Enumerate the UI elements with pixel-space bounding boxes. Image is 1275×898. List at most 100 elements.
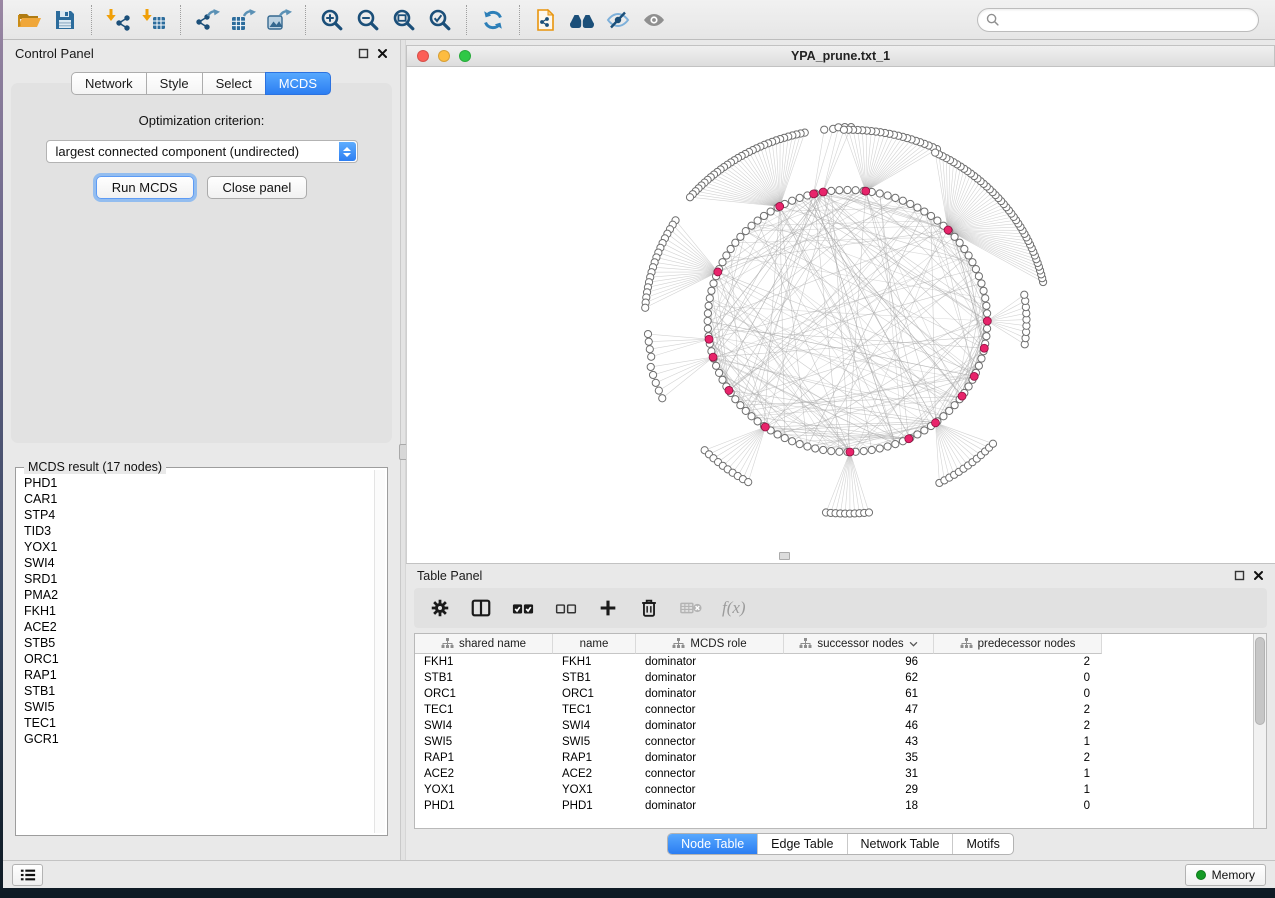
mcds-node[interactable] — [810, 190, 818, 198]
tab-network-table[interactable]: Network Table — [848, 834, 954, 854]
network-node[interactable] — [737, 233, 744, 240]
column-header[interactable]: name — [553, 634, 636, 654]
network-node[interactable] — [961, 245, 968, 252]
network-node[interactable] — [972, 266, 979, 273]
leaf-node[interactable] — [649, 371, 656, 378]
mcds-result-item[interactable]: ORC1 — [24, 651, 367, 667]
table-row[interactable]: PHD1PHD1dominator180 — [415, 798, 1266, 814]
column-header[interactable]: MCDS role — [636, 634, 784, 654]
tab-select[interactable]: Select — [202, 72, 266, 95]
network-node[interactable] — [965, 383, 972, 390]
import-table-icon[interactable] — [136, 4, 172, 36]
float-panel-icon[interactable] — [358, 48, 369, 59]
leaf-node[interactable] — [840, 126, 847, 133]
mcds-result-item[interactable]: STB1 — [24, 683, 367, 699]
mcds-result-item[interactable]: YOX1 — [24, 539, 367, 555]
network-node[interactable] — [876, 190, 883, 197]
mcds-node[interactable] — [944, 226, 952, 234]
tab-style[interactable]: Style — [146, 72, 203, 95]
network-node[interactable] — [884, 192, 891, 199]
mcds-result-item[interactable]: ACE2 — [24, 619, 367, 635]
network-node[interactable] — [767, 208, 774, 215]
export-table-icon[interactable] — [225, 4, 261, 36]
select-all-icon[interactable] — [511, 597, 535, 619]
mcds-result-item[interactable]: TID3 — [24, 523, 367, 539]
network-node[interactable] — [969, 259, 976, 266]
mcds-result-item[interactable]: GCR1 — [24, 731, 367, 747]
leaf-node[interactable] — [645, 338, 652, 345]
table-row[interactable]: TEC1TEC1connector472 — [415, 702, 1266, 718]
network-node[interactable] — [754, 418, 761, 425]
network-node[interactable] — [914, 204, 921, 211]
float-panel-icon[interactable] — [1234, 570, 1245, 581]
network-node[interactable] — [712, 362, 719, 369]
network-node[interactable] — [705, 302, 712, 309]
network-node[interactable] — [927, 212, 934, 219]
leaf-node[interactable] — [644, 330, 651, 337]
table-row[interactable]: STB1STB1dominator620 — [415, 670, 1266, 686]
mcds-result-item[interactable]: STB5 — [24, 635, 367, 651]
network-node[interactable] — [704, 325, 711, 332]
refresh-layout-icon[interactable] — [475, 4, 511, 36]
mcds-result-item[interactable]: PHD1 — [24, 475, 367, 491]
minimize-window-icon[interactable] — [438, 50, 450, 62]
close-panel-button[interactable]: Close panel — [207, 176, 308, 199]
network-node[interactable] — [719, 259, 726, 266]
delete-table-icon[interactable] — [679, 597, 703, 619]
network-node[interactable] — [708, 287, 715, 294]
network-node[interactable] — [983, 333, 990, 340]
mcds-node[interactable] — [705, 335, 713, 343]
search-network-icon[interactable] — [564, 4, 600, 36]
export-network-icon[interactable] — [189, 4, 225, 36]
network-node[interactable] — [983, 310, 990, 317]
network-node[interactable] — [951, 233, 958, 240]
table-row[interactable]: ORC1ORC1dominator610 — [415, 686, 1266, 702]
network-node[interactable] — [715, 369, 722, 376]
network-node[interactable] — [828, 187, 835, 194]
mcds-result-item[interactable]: TEC1 — [24, 715, 367, 731]
mcds-result-item[interactable]: PMA2 — [24, 587, 367, 603]
network-node[interactable] — [828, 448, 835, 455]
column-header[interactable]: successor nodes — [784, 634, 934, 654]
network-node[interactable] — [852, 187, 859, 194]
network-node[interactable] — [956, 239, 963, 246]
mcds-node[interactable] — [932, 419, 940, 427]
table-scrollbar-thumb[interactable] — [1255, 637, 1265, 725]
network-node[interactable] — [907, 200, 914, 207]
function-builder-icon[interactable]: f(x) — [722, 598, 746, 618]
leaf-node[interactable] — [989, 440, 996, 447]
network-node[interactable] — [975, 362, 982, 369]
network-node[interactable] — [980, 287, 987, 294]
network-node[interactable] — [789, 197, 796, 204]
run-mcds-button[interactable]: Run MCDS — [96, 176, 194, 199]
mcds-result-item[interactable]: SWI5 — [24, 699, 367, 715]
network-node[interactable] — [844, 186, 851, 193]
network-node[interactable] — [723, 252, 730, 259]
network-node[interactable] — [737, 402, 744, 409]
zoom-fit-icon[interactable] — [386, 4, 422, 36]
network-node[interactable] — [748, 222, 755, 229]
mcds-result-item[interactable]: SRD1 — [24, 571, 367, 587]
mcds-node[interactable] — [862, 187, 870, 195]
save-session-icon[interactable] — [47, 4, 83, 36]
mcds-node[interactable] — [819, 188, 827, 196]
network-node[interactable] — [732, 239, 739, 246]
network-node[interactable] — [914, 431, 921, 438]
zoom-out-icon[interactable] — [350, 4, 386, 36]
network-node[interactable] — [982, 295, 989, 302]
network-graph[interactable] — [407, 67, 1275, 563]
tab-edge-table[interactable]: Edge Table — [758, 834, 847, 854]
task-history-button[interactable] — [12, 864, 43, 886]
deselect-all-icon[interactable] — [554, 597, 578, 619]
leaf-node[interactable] — [648, 353, 655, 360]
table-row[interactable]: SWI5SWI5connector431 — [415, 734, 1266, 750]
network-node[interactable] — [704, 310, 711, 317]
tab-motifs[interactable]: Motifs — [953, 834, 1012, 854]
column-header[interactable]: predecessor nodes — [934, 634, 1102, 654]
leaf-node[interactable] — [652, 379, 659, 386]
horizontal-split-handle[interactable] — [779, 552, 790, 560]
table-row[interactable]: YOX1YOX1connector291 — [415, 782, 1266, 798]
network-node[interactable] — [983, 325, 990, 332]
mcds-node[interactable] — [776, 202, 784, 210]
tab-mcds[interactable]: MCDS — [265, 72, 331, 95]
